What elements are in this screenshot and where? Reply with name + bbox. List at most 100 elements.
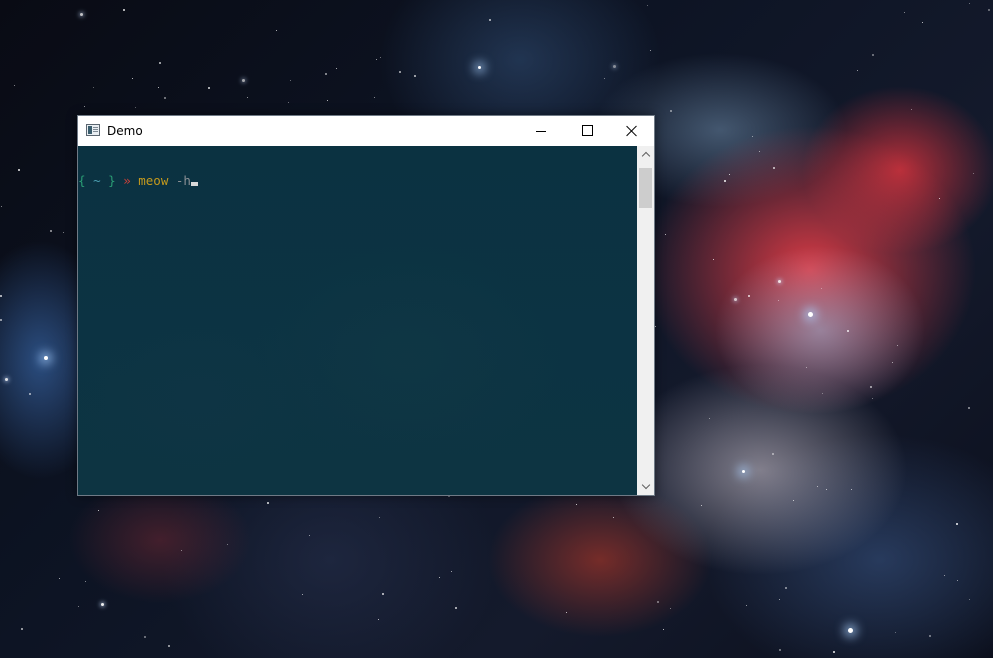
- star: [18, 169, 20, 171]
- star: [670, 608, 671, 609]
- star: [956, 523, 958, 525]
- star: [380, 57, 381, 58]
- star: [657, 601, 659, 603]
- prompt-arrow: »: [123, 173, 131, 188]
- star: [576, 504, 577, 505]
- star: [123, 9, 125, 11]
- star: [29, 393, 31, 395]
- star: [135, 107, 136, 108]
- star: [325, 73, 327, 75]
- star: [647, 5, 648, 6]
- star: [778, 300, 779, 301]
- star: [101, 603, 104, 606]
- command-text: meow: [138, 173, 169, 188]
- star: [701, 505, 702, 506]
- scroll-down-button[interactable]: [637, 478, 654, 495]
- star: [969, 599, 970, 600]
- minimize-button[interactable]: [518, 116, 564, 145]
- star: [399, 71, 401, 73]
- star: [729, 174, 730, 175]
- star: [793, 500, 794, 501]
- bright-star: [848, 628, 853, 633]
- command-argument: -h: [175, 173, 191, 188]
- star: [973, 173, 974, 174]
- prompt-line: { ~ } » meow -h: [78, 173, 198, 189]
- star: [847, 330, 849, 332]
- star: [276, 30, 277, 31]
- star: [164, 97, 166, 99]
- text-cursor: [190, 182, 198, 186]
- star: [267, 502, 269, 504]
- star: [613, 517, 614, 518]
- bright-star: [478, 66, 481, 69]
- vertical-scrollbar[interactable]: [637, 146, 654, 495]
- star: [806, 367, 807, 368]
- star: [5, 378, 8, 381]
- star: [759, 151, 760, 152]
- scroll-up-arrow-icon: [641, 151, 650, 161]
- star: [242, 79, 245, 82]
- star: [336, 68, 337, 69]
- star: [14, 85, 15, 86]
- star: [665, 234, 666, 235]
- window-title: Demo: [107, 124, 143, 138]
- star: [911, 109, 912, 110]
- star: [772, 453, 774, 455]
- star: [870, 386, 872, 388]
- star: [785, 587, 787, 589]
- scroll-up-button[interactable]: [637, 146, 654, 163]
- star: [724, 180, 726, 182]
- star: [59, 578, 60, 579]
- star: [857, 70, 858, 71]
- star: [379, 517, 380, 518]
- star: [851, 489, 852, 490]
- star: [378, 619, 379, 620]
- terminal-output[interactable]: { ~ } » meow -h: [78, 146, 637, 495]
- star: [566, 612, 567, 613]
- demo-window: Demo { ~ } » meow -h: [77, 115, 655, 496]
- title-bar[interactable]: Demo: [78, 116, 654, 146]
- star: [821, 288, 822, 289]
- minimize-icon: [536, 130, 546, 132]
- star: [734, 298, 737, 301]
- star: [944, 575, 945, 576]
- star: [98, 510, 99, 511]
- star: [748, 295, 750, 297]
- star: [833, 651, 835, 653]
- terminal-app-icon[interactable]: [86, 124, 100, 136]
- star: [969, 3, 970, 4]
- star: [988, 9, 990, 11]
- star: [309, 535, 310, 536]
- star: [655, 326, 656, 327]
- maximize-button[interactable]: [564, 116, 610, 145]
- star: [872, 54, 874, 56]
- star: [158, 87, 159, 88]
- star: [604, 78, 605, 79]
- prompt-directory: ~: [93, 173, 101, 188]
- star: [414, 75, 416, 77]
- bright-star: [742, 470, 745, 473]
- star: [895, 632, 896, 633]
- star: [21, 628, 23, 630]
- star: [489, 19, 491, 21]
- bright-star: [808, 312, 813, 317]
- star: [968, 407, 970, 409]
- close-button[interactable]: [609, 116, 655, 145]
- star: [85, 581, 86, 582]
- star: [650, 50, 651, 51]
- star: [93, 87, 94, 88]
- scroll-down-arrow-icon: [641, 480, 650, 490]
- star: [613, 65, 616, 68]
- prompt-close-brace: }: [108, 173, 116, 188]
- star: [778, 280, 781, 283]
- scroll-thumb[interactable]: [639, 168, 652, 208]
- star: [752, 136, 753, 137]
- star: [713, 259, 714, 260]
- star: [327, 100, 328, 101]
- star: [247, 97, 248, 98]
- star: [290, 80, 291, 81]
- star: [208, 87, 210, 89]
- bright-star: [44, 356, 48, 360]
- star: [892, 362, 893, 363]
- star: [132, 78, 133, 79]
